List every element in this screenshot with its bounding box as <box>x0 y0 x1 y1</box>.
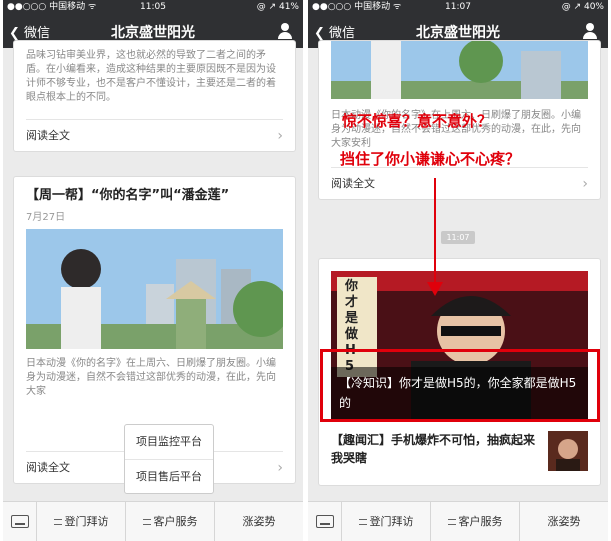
menu-label: 涨姿势 <box>547 515 581 528</box>
bottom-menu: 登门拜访 客户服务 涨姿势 <box>308 501 608 541</box>
article-image[interactable] <box>331 41 588 99</box>
article-image[interactable] <box>26 229 283 349</box>
submenu-item-monitor[interactable]: 项目监控平台 <box>125 425 213 459</box>
submenu-popup: 项目监控平台 项目售后平台 <box>124 424 214 494</box>
person-icon[interactable] <box>277 23 293 39</box>
sub-article-thumbnail <box>548 431 588 471</box>
sub-article-item[interactable]: 【趣闻汇】手机爆炸不可怕，抽疯起来我哭瞎 <box>331 429 588 473</box>
status-bar: ●●○○○ 中国移动 ᯤ 11:05 @ ↗ 41% <box>3 0 303 14</box>
article-summary: 品味习钻审美业界，这也就必然的导致了二者之间的矛盾。在小编看来，造成这种结果的主… <box>26 50 276 103</box>
article-date: 7月27日 <box>26 212 66 223</box>
bottom-menu: 登门拜访 客户服务 涨姿势 <box>3 501 303 541</box>
chat-timestamp: 11:07 <box>441 231 475 244</box>
page-title: 北京盛世阳光 <box>111 25 195 41</box>
keyboard-toggle[interactable] <box>3 502 37 541</box>
keyboard-toggle[interactable] <box>308 502 342 541</box>
annotation-text: 惊不惊喜？意不意外？ <box>342 112 493 130</box>
menu-icon <box>53 519 62 525</box>
battery: @ ↗ 40% <box>561 2 604 12</box>
menu-label: 登门拜访 <box>369 515 414 528</box>
annotation-highlight-box <box>320 349 600 422</box>
menu-label: 客户服务 <box>153 515 198 528</box>
anime-illustration <box>331 41 588 99</box>
page-title: 北京盛世阳光 <box>416 25 500 41</box>
chevron-right-icon: › <box>277 128 283 144</box>
article-card[interactable]: 品味习钻审美业界，这也就必然的导致了二者之间的矛盾。在小编看来，造成这种结果的主… <box>13 40 296 152</box>
article-title: 【周一帮】“你的名字”叫“潘金莲” <box>26 188 230 203</box>
chevron-right-icon: › <box>277 460 283 476</box>
menu-label: 涨姿势 <box>242 515 276 528</box>
right-phone-screen: ●●○○○ 中国移动 ᯤ 11:07 @ ↗ 40% ❮ 微信 北京盛世阳光 日… <box>308 0 608 541</box>
read-full-label: 阅读全文 <box>26 461 70 474</box>
anime-illustration <box>26 229 283 349</box>
annotation-text: 挡住了你小谦谦心不心疼？ <box>340 150 521 168</box>
menu-icon <box>142 519 151 525</box>
menu-item-knowledge[interactable]: 涨姿势 <box>520 502 608 541</box>
battery: @ ↗ 41% <box>256 2 299 12</box>
menu-item-service[interactable]: 客户服务 <box>431 502 520 541</box>
status-bar: ●●○○○ 中国移动 ᯤ 11:07 @ ↗ 40% <box>308 0 608 14</box>
menu-item-visit[interactable]: 登门拜访 <box>342 502 431 541</box>
keyboard-icon <box>316 515 334 528</box>
menu-item-visit[interactable]: 登门拜访 <box>37 502 126 541</box>
submenu-item-aftersales[interactable]: 项目售后平台 <box>125 459 213 493</box>
menu-label: 客户服务 <box>458 515 503 528</box>
read-full-link[interactable]: 阅读全文 › <box>26 119 283 151</box>
chevron-right-icon: › <box>582 176 588 192</box>
read-full-label: 阅读全文 <box>331 177 375 190</box>
menu-icon <box>358 519 367 525</box>
menu-icon <box>447 519 456 525</box>
read-full-link[interactable]: 阅读全文 › <box>331 167 588 199</box>
read-full-label: 阅读全文 <box>26 129 70 142</box>
article-summary: 日本动漫《你的名字》在上周六、日刷爆了朋友圈。小编身为动漫迷，自然不会错过这部优… <box>26 358 276 397</box>
keyboard-icon <box>11 515 29 528</box>
menu-item-knowledge[interactable]: 涨姿势 <box>215 502 303 541</box>
annotation-arrow-line <box>434 178 436 286</box>
sub-article-title: 【趣闻汇】手机爆炸不可怕，抽疯起来我哭瞎 <box>331 433 536 465</box>
menu-label: 登门拜访 <box>64 515 109 528</box>
arrow-down-icon <box>427 282 443 296</box>
menu-item-service[interactable]: 客户服务 <box>126 502 215 541</box>
person-icon[interactable] <box>582 23 598 39</box>
